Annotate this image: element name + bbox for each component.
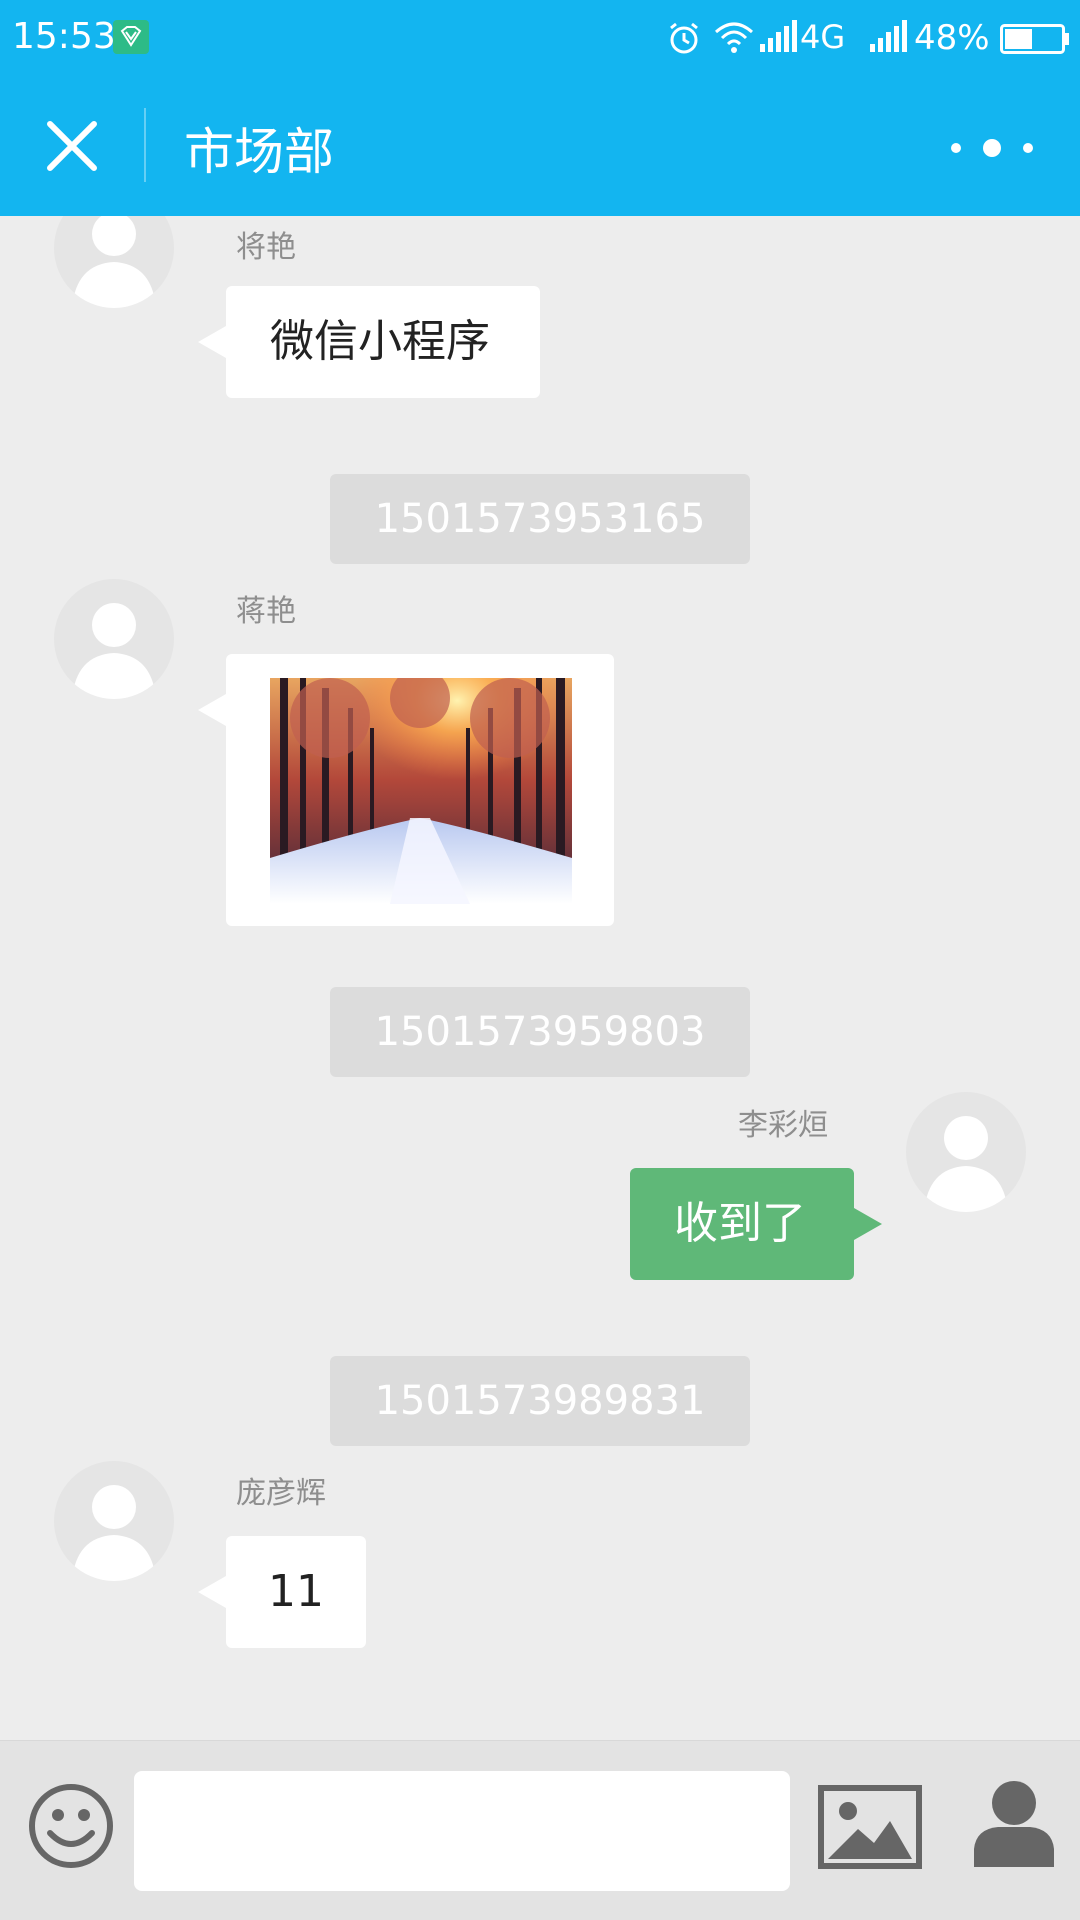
alarm-icon	[670, 22, 698, 54]
signal-icon-2	[870, 20, 907, 52]
avatar[interactable]	[54, 216, 174, 308]
wifi-icon	[715, 22, 753, 53]
sender-name: 蒋艳	[236, 594, 296, 629]
status-icons: 4G 48%	[570, 16, 1070, 60]
image-message-bubble[interactable]	[198, 654, 614, 926]
status-time: 15:53	[12, 16, 116, 57]
battery-icon	[1000, 24, 1069, 54]
image-icon[interactable]	[818, 1785, 922, 1869]
snowy-forest-photo[interactable]	[270, 678, 572, 904]
more-icon[interactable]	[944, 132, 1040, 164]
avatar[interactable]	[54, 1461, 174, 1581]
app-notification-icon	[113, 20, 149, 54]
avatar[interactable]	[54, 579, 174, 699]
timestamp: 1501573959803	[330, 987, 750, 1077]
avatar[interactable]	[906, 1092, 1026, 1212]
sender-name: 将艳	[236, 230, 296, 265]
message-bubble[interactable]: 微信小程序	[198, 286, 540, 398]
header-divider	[144, 108, 146, 182]
message-bubble[interactable]: 收到了	[630, 1168, 882, 1280]
sender-name: 李彩烜	[738, 1108, 828, 1143]
sender-name: 庞彦辉	[236, 1476, 326, 1511]
chat-title: 市场部	[184, 123, 334, 181]
battery-percent: 48%	[914, 18, 990, 58]
input-bar	[0, 1740, 1080, 1920]
signal-icon	[760, 20, 797, 52]
emoji-icon[interactable]	[28, 1783, 114, 1869]
message-list[interactable]: 将艳 微信小程序 1501573953165 蒋艳 1501573959803 …	[0, 216, 1080, 1740]
chat-header: 市场部	[0, 78, 1080, 216]
timestamp: 1501573989831	[330, 1356, 750, 1446]
timestamp: 1501573953165	[330, 474, 750, 564]
close-icon[interactable]	[42, 116, 102, 176]
network-type: 4G	[800, 18, 846, 56]
message-bubble[interactable]: 11	[198, 1536, 366, 1648]
message-input[interactable]	[134, 1771, 790, 1891]
contact-icon[interactable]	[974, 1779, 1054, 1867]
status-bar: 15:53 4G 48%	[0, 0, 1080, 78]
